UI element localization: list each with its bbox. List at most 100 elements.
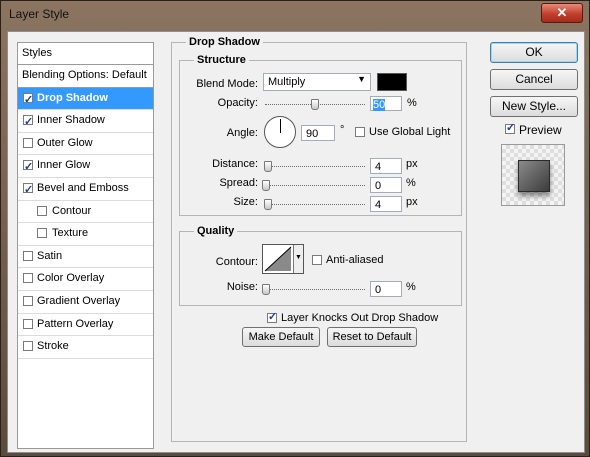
styles-item-texture[interactable]: Texture — [18, 223, 153, 246]
checkbox-outer-glow[interactable] — [23, 137, 33, 148]
styles-item-blending-options[interactable]: Blending Options: Default — [18, 65, 153, 88]
structure-title: Structure — [194, 54, 249, 66]
noise-input[interactable]: 0 — [370, 281, 402, 297]
title-bar[interactable]: Layer Style ✕ — [1, 1, 589, 28]
styles-item-inner-shadow[interactable]: ✓ Inner Shadow — [18, 110, 153, 133]
checkbox-gradient-overlay[interactable] — [23, 295, 33, 306]
styles-item-label: Color Overlay — [37, 272, 105, 285]
reset-to-default-button[interactable]: Reset to Default — [327, 327, 417, 347]
distance-slider[interactable] — [265, 166, 365, 167]
angle-input[interactable]: 90 — [301, 125, 335, 141]
ok-button[interactable]: OK — [490, 42, 578, 63]
opacity-value: 50 — [373, 99, 386, 111]
preview-label: Preview — [519, 123, 562, 137]
styles-item-label: Inner Glow — [37, 159, 91, 172]
dropdown-arrow-icon: ▼ — [357, 74, 366, 84]
checkbox-satin[interactable] — [23, 250, 33, 261]
quality-title: Quality — [194, 225, 238, 237]
window-title: Layer Style — [9, 7, 70, 21]
styles-item-label: Satin — [37, 249, 63, 262]
styles-item-color-overlay[interactable]: Color Overlay — [18, 268, 153, 291]
contour-dropdown[interactable]: ▼ — [293, 245, 303, 273]
contour-picker[interactable]: ▼ — [262, 244, 304, 274]
contour-preview-icon — [264, 246, 292, 272]
checkbox-bevel-emboss[interactable]: ✓ — [23, 182, 33, 196]
styles-item-stroke[interactable]: Stroke — [18, 336, 153, 359]
opacity-input[interactable]: 50 — [370, 96, 402, 111]
checkmark-icon: ✓ — [268, 311, 278, 323]
anti-aliased-checkbox[interactable] — [312, 255, 322, 265]
drop-shadow-group: Drop Shadow Structure Blend Mode: Multip… — [171, 36, 467, 442]
layer-knocks-out-checkbox[interactable]: ✓ — [267, 311, 278, 323]
cancel-button[interactable]: Cancel — [490, 69, 578, 90]
checkbox-contour[interactable] — [37, 205, 47, 216]
noise-slider-thumb[interactable] — [262, 284, 270, 295]
styles-item-label: Contour — [52, 204, 92, 217]
angle-dial-needle — [280, 119, 281, 133]
size-input[interactable]: 4 — [370, 196, 402, 212]
styles-item-label: Drop Shadow — [37, 91, 108, 104]
anti-aliased-label: Anti-aliased — [326, 254, 384, 266]
styles-item-bevel-emboss[interactable]: ✓ Bevel and Emboss — [18, 178, 153, 201]
distance-slider-thumb[interactable] — [264, 161, 272, 172]
styles-item-contour[interactable]: Contour — [18, 201, 153, 224]
styles-item-satin[interactable]: Satin — [18, 246, 153, 269]
blend-mode-select[interactable]: Multiply ▼ — [263, 73, 371, 91]
noise-slider[interactable] — [265, 289, 365, 290]
shadow-color-swatch[interactable] — [377, 73, 407, 91]
size-label: Size: — [233, 196, 258, 208]
distance-label: Distance: — [212, 158, 258, 170]
checkbox-pattern-overlay[interactable] — [23, 318, 33, 329]
style-preview-thumbnail — [501, 144, 565, 206]
layer-knocks-out-label: Layer Knocks Out Drop Shadow — [281, 312, 439, 324]
blend-mode-label: Blend Mode: — [196, 78, 258, 90]
noise-unit: % — [406, 281, 416, 293]
checkbox-color-overlay[interactable] — [23, 273, 33, 284]
blend-mode-value: Multiply — [268, 76, 306, 88]
size-unit: px — [406, 196, 418, 208]
preview-checkbox[interactable]: ✓ — [505, 122, 516, 134]
styles-item-drop-shadow[interactable]: ✓ Drop Shadow — [18, 87, 153, 111]
styles-item-pattern-overlay[interactable]: Pattern Overlay — [18, 314, 153, 337]
checkbox-stroke[interactable] — [23, 341, 33, 352]
checkmark-icon: ✓ — [24, 116, 34, 129]
spread-slider-thumb[interactable] — [262, 180, 270, 191]
styles-item-label: Stroke — [37, 340, 69, 353]
angle-unit: ° — [340, 124, 345, 136]
styles-item-outer-glow[interactable]: Outer Glow — [18, 133, 153, 156]
styles-panel: Styles Blending Options: Default ✓ Drop … — [17, 42, 154, 449]
opacity-unit: % — [407, 97, 417, 109]
styles-item-label: Gradient Overlay — [37, 294, 121, 307]
size-slider-thumb[interactable] — [264, 199, 272, 210]
spread-input[interactable]: 0 — [370, 177, 402, 193]
angle-dial[interactable] — [264, 116, 296, 148]
spread-unit: % — [406, 177, 416, 189]
distance-input[interactable]: 4 — [370, 158, 402, 174]
noise-label: Noise: — [226, 281, 258, 293]
styles-item-label: Outer Glow — [37, 136, 93, 149]
styles-item-label: Texture — [52, 227, 89, 240]
dialog-client-area: Styles Blending Options: Default ✓ Drop … — [7, 31, 585, 453]
opacity-label: Opacity: — [217, 97, 258, 109]
styles-item-gradient-overlay[interactable]: Gradient Overlay — [18, 291, 153, 314]
make-default-button[interactable]: Make Default — [242, 327, 320, 347]
spread-slider[interactable] — [265, 185, 365, 186]
checkbox-texture[interactable] — [37, 228, 47, 239]
size-slider[interactable] — [265, 204, 365, 205]
use-global-light-checkbox[interactable] — [355, 127, 365, 137]
checkmark-icon: ✓ — [506, 122, 516, 134]
checkbox-inner-glow[interactable]: ✓ — [23, 160, 33, 173]
opacity-slider-thumb[interactable] — [311, 99, 319, 110]
angle-label: Angle: — [226, 127, 258, 139]
structure-group: Structure Blend Mode: Multiply ▼ Opacity… — [179, 54, 462, 216]
styles-item-inner-glow[interactable]: ✓ Inner Glow — [18, 155, 153, 178]
contour-label: Contour: — [215, 256, 258, 268]
dropdown-arrow-icon: ▼ — [295, 254, 302, 261]
checkmark-icon: ✓ — [24, 161, 34, 174]
styles-header: Styles — [18, 43, 153, 65]
close-button[interactable]: ✕ — [541, 3, 583, 23]
quality-group: Quality Contour: ▼ Anti-aliased Noise: 0 — [179, 225, 462, 306]
new-style-button[interactable]: New Style... — [490, 96, 578, 117]
checkbox-drop-shadow[interactable]: ✓ — [23, 92, 33, 106]
checkbox-inner-shadow[interactable]: ✓ — [23, 115, 33, 128]
